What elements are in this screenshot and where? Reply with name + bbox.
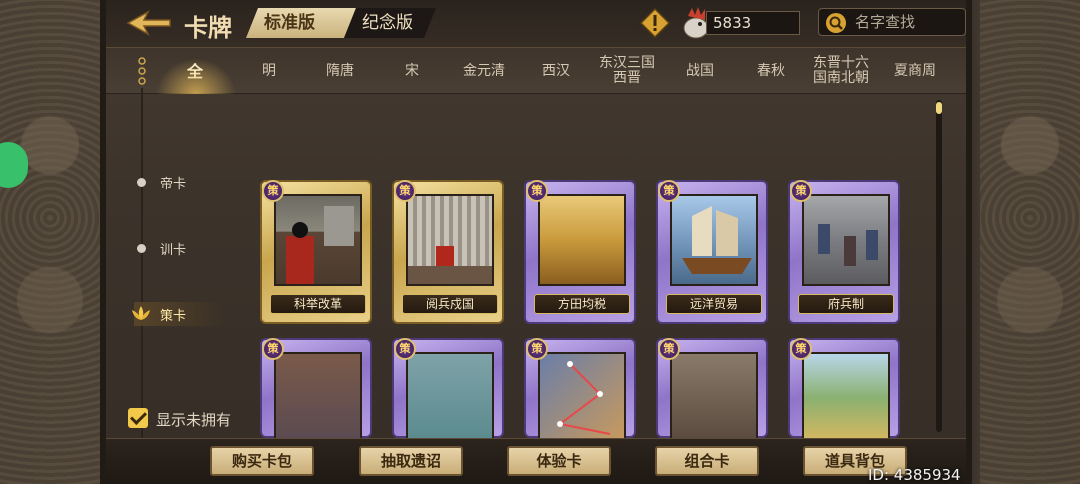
card-art — [670, 352, 758, 444]
card-fubing-zhi[interactable]: 策 府兵制 — [788, 180, 900, 324]
rank-label: 策卡 — [160, 309, 187, 324]
card-art — [406, 352, 494, 444]
card-name: 远洋贸易 — [666, 294, 762, 314]
card-fangtian-junshui[interactable]: 策 方田均税 — [524, 180, 636, 324]
card-art — [538, 352, 626, 444]
search-input[interactable] — [855, 12, 959, 32]
card-row2-4[interactable]: 策 — [656, 338, 768, 444]
card-name: 府兵制 — [798, 294, 894, 314]
card-collection-panel: 卡牌 标准版 纪念版 5833 名字查找 明 隋唐 宋 金元清 西汉 东汉三国 … — [100, 0, 972, 484]
era-tab-chunqiu[interactable]: 春秋 — [736, 48, 806, 94]
rank-item-training[interactable]: 训卡 — [134, 236, 224, 260]
era-tab-dongjin-nanbei[interactable]: 东晋十六 国南北朝 — [806, 48, 876, 94]
rank-label: 帝卡 — [160, 177, 187, 192]
tab-commemorative-edition[interactable]: 纪念版 — [344, 8, 436, 38]
card-art — [802, 352, 890, 444]
show-unowned-label: 显示未拥有 — [156, 411, 232, 429]
player-id-label: ID: 4385934 — [868, 466, 961, 484]
era-tab-ming[interactable]: 明 — [234, 48, 304, 94]
right-decor-panel — [980, 0, 1080, 484]
card-art — [538, 194, 626, 286]
era-tab-xiashangzhou[interactable]: 夏商周 — [880, 48, 950, 94]
card-art — [274, 194, 362, 286]
era-tab-xihan[interactable]: 西汉 — [521, 48, 591, 94]
card-art — [406, 194, 494, 286]
card-yuebing-shuguo[interactable]: 策 阅兵戍国 — [392, 180, 504, 324]
era-tab-zhanguo[interactable]: 战国 — [665, 48, 735, 94]
strategy-badge-icon: 策 — [394, 338, 416, 360]
search-icon — [826, 13, 846, 33]
tab-standard-edition[interactable]: 标准版 — [246, 8, 356, 38]
scrollbar-thumb[interactable] — [936, 102, 942, 114]
scrollbar-track[interactable] — [936, 100, 942, 432]
era-tab-jinyuanqing[interactable]: 金元清 — [449, 48, 519, 94]
strategy-badge-icon: 策 — [526, 180, 548, 202]
rank-item-emperor[interactable]: 帝卡 — [134, 170, 224, 194]
active-era-glow — [156, 58, 236, 94]
card-keju-gaige[interactable]: 策 科举改革 — [260, 180, 372, 324]
card-name: 阅兵戍国 — [402, 294, 498, 314]
buy-card-pack-button[interactable]: 购买卡包 — [210, 446, 314, 476]
card-row2-1[interactable]: 策 — [260, 338, 372, 444]
era-indicator-icon — [138, 57, 146, 85]
card-art — [274, 352, 362, 444]
draw-edict-button[interactable]: 抽取遗诏 — [359, 446, 463, 476]
card-row2-3[interactable]: 策 — [524, 338, 636, 444]
lotus-icon — [132, 306, 150, 320]
era-tab-donghan-sanguo[interactable]: 东汉三国 西晋 — [592, 48, 662, 94]
rank-label: 训卡 — [160, 243, 187, 258]
strategy-badge-icon: 策 — [658, 180, 680, 202]
checkbox-checked-icon[interactable] — [128, 408, 148, 428]
era-tab-song[interactable]: 宋 — [377, 48, 447, 94]
currency-amount: 5833 — [706, 11, 800, 35]
strategy-badge-icon: 策 — [262, 338, 284, 360]
card-row2-5[interactable]: 策 — [788, 338, 900, 444]
card-name: 科举改革 — [270, 294, 366, 314]
trial-card-button[interactable]: 体验卡 — [507, 446, 611, 476]
card-art — [802, 194, 890, 286]
strategy-badge-icon: 策 — [394, 180, 416, 202]
top-bar: 卡牌 标准版 纪念版 5833 — [106, 0, 966, 48]
strategy-badge-icon: 策 — [790, 338, 812, 360]
card-name: 方田均税 — [534, 294, 630, 314]
rank-rail — [141, 88, 143, 438]
back-arrow-icon[interactable] — [126, 10, 172, 36]
era-tab-suitang[interactable]: 隋唐 — [305, 48, 375, 94]
card-art — [670, 194, 758, 286]
rank-dot — [137, 244, 146, 253]
card-yuanyang-maoyi[interactable]: 策 远洋贸易 — [656, 180, 768, 324]
strategy-badge-icon: 策 — [658, 338, 680, 360]
left-decor-panel — [0, 0, 100, 484]
warning-icon[interactable] — [640, 8, 670, 38]
search-box[interactable] — [818, 8, 966, 36]
rank-dot — [137, 178, 146, 187]
strategy-badge-icon: 策 — [526, 338, 548, 360]
strategy-badge-icon: 策 — [262, 180, 284, 202]
game-screen: 卡牌 标准版 纪念版 5833 名字查找 明 隋唐 宋 金元清 西汉 东汉三国 … — [0, 0, 1080, 484]
card-row2-2[interactable]: 策 — [392, 338, 504, 444]
rank-item-strategy[interactable]: 策卡 — [132, 302, 224, 326]
combo-card-button[interactable]: 组合卡 — [655, 446, 759, 476]
page-title: 卡牌 — [184, 14, 232, 42]
strategy-badge-icon: 策 — [790, 180, 812, 202]
